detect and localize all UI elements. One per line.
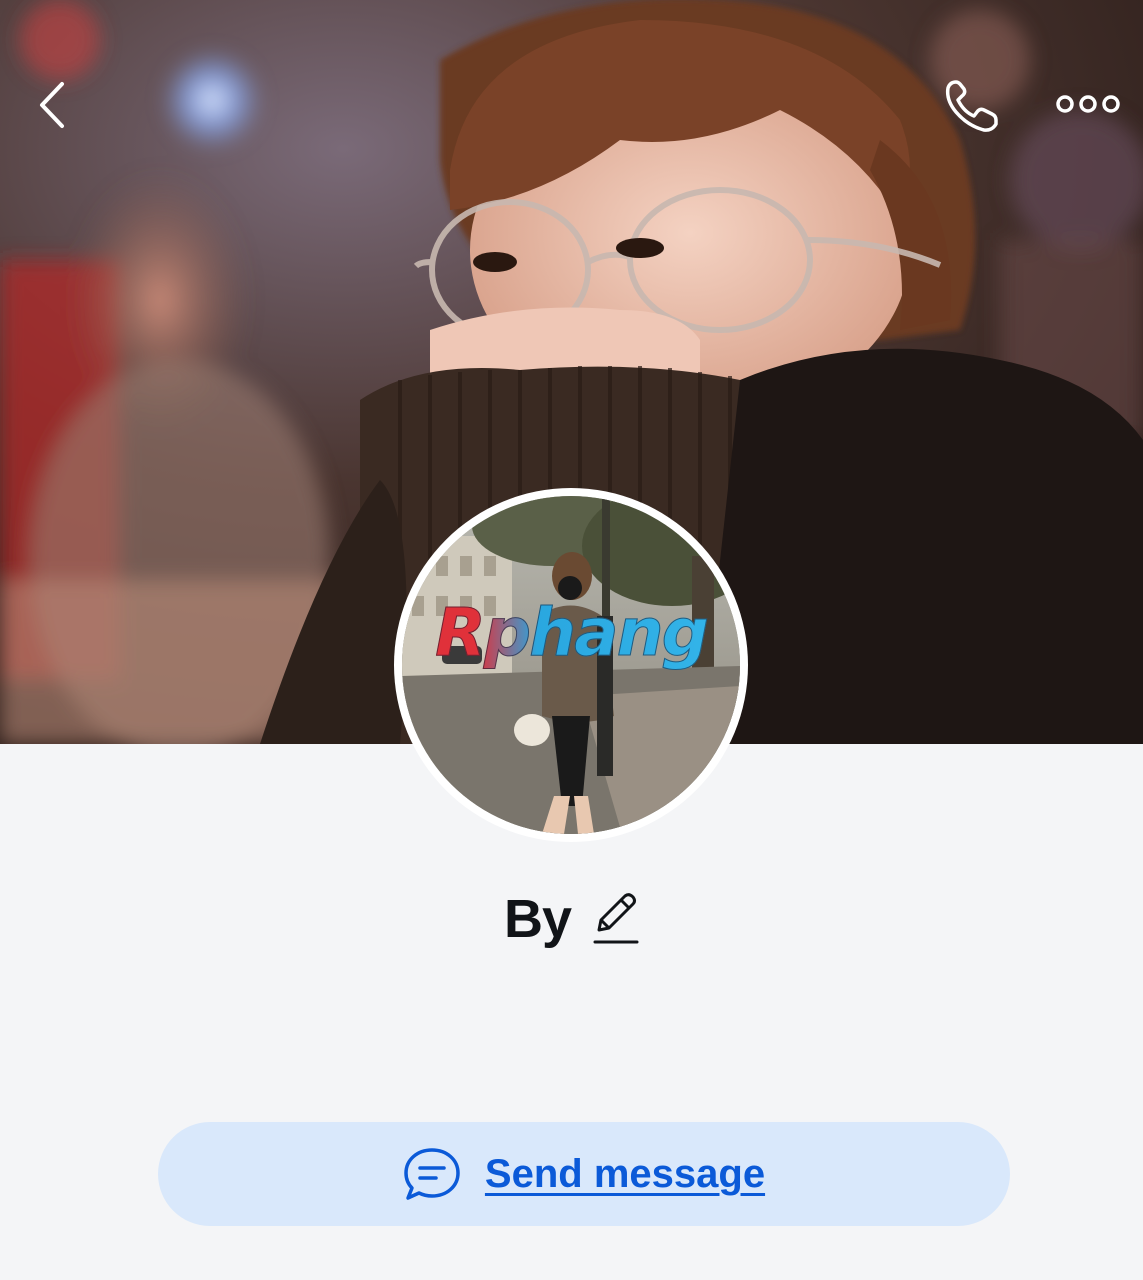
- profile-photo-image: [402, 496, 740, 834]
- send-message-label: Send message: [484, 1151, 766, 1196]
- more-dots-icon: [1056, 95, 1120, 113]
- edit-name-button[interactable]: [591, 886, 639, 953]
- chevron-left-icon: [40, 82, 64, 128]
- profile-photo: Rphang: [402, 496, 740, 834]
- more-options-button[interactable]: [1052, 86, 1124, 122]
- send-message-button[interactable]: Send message: [158, 1122, 1010, 1226]
- profile-name: By: [503, 889, 572, 949]
- back-button[interactable]: [30, 78, 76, 132]
- profile-name-row: By: [0, 884, 1143, 954]
- chat-bubble-icon: [404, 1148, 460, 1200]
- profile-screen: Rphang By Send message: [0, 0, 1143, 1280]
- phone-icon: [945, 80, 998, 132]
- call-button[interactable]: [940, 76, 1006, 136]
- avatar[interactable]: Rphang: [394, 488, 748, 842]
- pencil-icon: [593, 892, 639, 943]
